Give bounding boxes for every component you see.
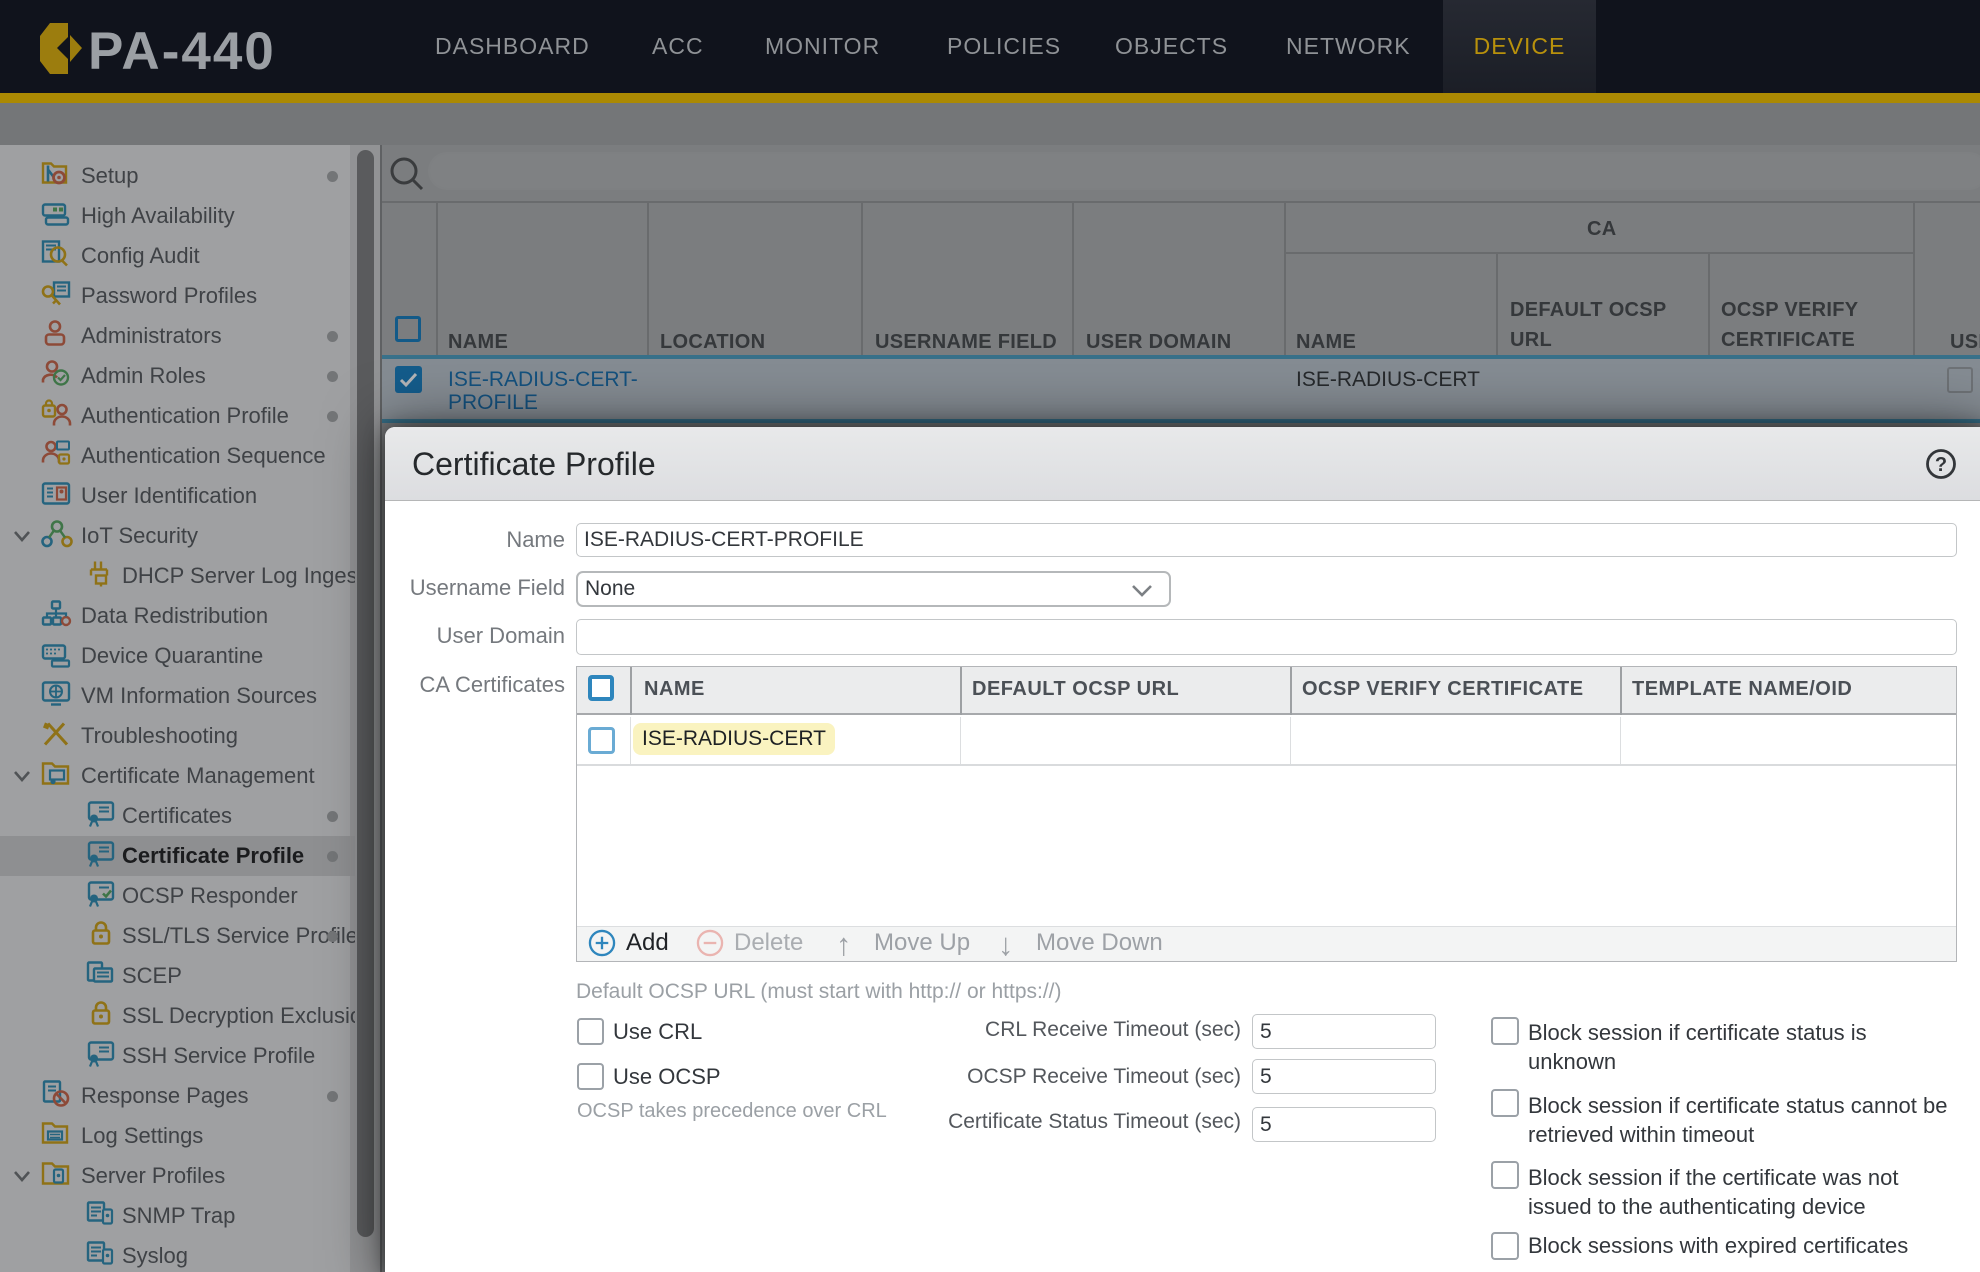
svg-text:?: ? — [1935, 454, 1947, 476]
